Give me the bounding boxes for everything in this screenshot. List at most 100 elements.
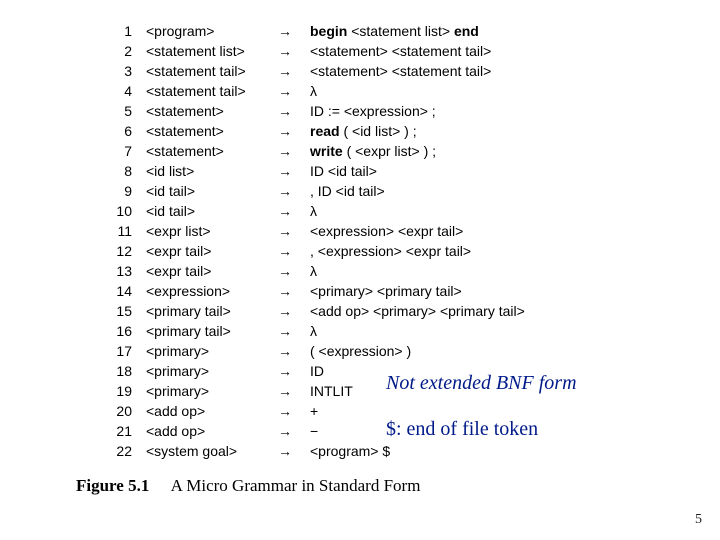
grammar-rule-row: 8<id list>→ID <id tail> [92,162,525,180]
rule-number: 1 [92,22,144,40]
rule-number: 21 [92,422,144,440]
rule-lhs: <expr tail> [146,262,276,280]
rule-lhs: <primary> [146,342,276,360]
arrow-icon: → [278,82,308,100]
rule-rhs: <primary> <primary tail> [310,282,525,300]
arrow-icon: → [278,62,308,80]
rule-number: 10 [92,202,144,220]
rule-rhs: <statement> <statement tail> [310,62,525,80]
grammar-rule-row: 6<statement>→read ( <id list> ) ; [92,122,525,140]
rule-number: 7 [92,142,144,160]
arrow-icon: → [278,42,308,60]
rule-rhs: , ID <id tail> [310,182,525,200]
arrow-icon: → [278,182,308,200]
arrow-icon: → [278,362,308,380]
arrow-icon: → [278,442,308,460]
rule-rhs: λ [310,322,525,340]
grammar-rule-row: 13<expr tail>→λ [92,262,525,280]
rule-number: 17 [92,342,144,360]
annotation-not-extended: Not extended BNF form [386,372,577,395]
rule-lhs: <add op> [146,402,276,420]
arrow-icon: → [278,342,308,360]
rule-number: 11 [92,222,144,240]
arrow-icon: → [278,282,308,300]
rule-lhs: <primary> [146,382,276,400]
grammar-rule-row: 15<primary tail>→<add op> <primary> <pri… [92,302,525,320]
arrow-icon: → [278,102,308,120]
arrow-icon: → [278,422,308,440]
rule-rhs: ID := <expression> ; [310,102,525,120]
rule-lhs: <statement> [146,102,276,120]
rule-number: 6 [92,122,144,140]
grammar-rule-row: 4<statement tail>→λ [92,82,525,100]
rule-rhs: λ [310,262,525,280]
grammar-rule-row: 22<system goal>→<program> $ [92,442,525,460]
arrow-icon: → [278,222,308,240]
grammar-table: 1<program>→begin <statement list> end2<s… [90,20,527,462]
rule-lhs: <id list> [146,162,276,180]
rule-lhs: <id tail> [146,202,276,220]
arrow-icon: → [278,242,308,260]
arrow-icon: → [278,162,308,180]
rule-rhs: write ( <expr list> ) ; [310,142,525,160]
figure-title: A Micro Grammar in Standard Form [171,476,421,495]
grammar-rule-row: 14<expression>→<primary> <primary tail> [92,282,525,300]
rule-lhs: <program> [146,22,276,40]
grammar-rule-row: 5<statement>→ID := <expression> ; [92,102,525,120]
rule-number: 5 [92,102,144,120]
rule-number: 16 [92,322,144,340]
arrow-icon: → [278,302,308,320]
arrow-icon: → [278,142,308,160]
rule-rhs: ID <id tail> [310,162,525,180]
rule-lhs: <primary> [146,362,276,380]
grammar-rule-row: 2<statement list>→<statement> <statement… [92,42,525,60]
rule-lhs: <statement tail> [146,82,276,100]
arrow-icon: → [278,382,308,400]
arrow-icon: → [278,122,308,140]
rule-lhs: <expr tail> [146,242,276,260]
rule-rhs: , <expression> <expr tail> [310,242,525,260]
figure-caption: Figure 5.1 A Micro Grammar in Standard F… [76,476,420,496]
rule-rhs: read ( <id list> ) ; [310,122,525,140]
page-number: 5 [695,512,702,528]
grammar-rule-row: 17<primary>→( <expression> ) [92,342,525,360]
rule-number: 15 [92,302,144,320]
grammar-rule-row: 9<id tail>→, ID <id tail> [92,182,525,200]
rule-lhs: <statement list> [146,42,276,60]
rule-lhs: <expr list> [146,222,276,240]
grammar-rule-row: 16<primary tail>→λ [92,322,525,340]
rule-number: 9 [92,182,144,200]
rule-rhs: ( <expression> ) [310,342,525,360]
rule-lhs: <statement tail> [146,62,276,80]
arrow-icon: → [278,322,308,340]
rule-rhs: <expression> <expr tail> [310,222,525,240]
rule-rhs: λ [310,202,525,220]
grammar-rule-row: 7<statement>→write ( <expr list> ) ; [92,142,525,160]
arrow-icon: → [278,402,308,420]
rule-lhs: <id tail> [146,182,276,200]
rule-lhs: <add op> [146,422,276,440]
rule-rhs: begin <statement list> end [310,22,525,40]
rule-rhs: <add op> <primary> <primary tail> [310,302,525,320]
grammar-rule-row: 11<expr list>→<expression> <expr tail> [92,222,525,240]
rule-rhs: <program> $ [310,442,525,460]
grammar-rule-row: 10<id tail>→λ [92,202,525,220]
arrow-icon: → [278,22,308,40]
rule-number: 12 [92,242,144,260]
rule-lhs: <expression> [146,282,276,300]
rule-number: 2 [92,42,144,60]
rule-lhs: <primary tail> [146,322,276,340]
rule-number: 14 [92,282,144,300]
arrow-icon: → [278,202,308,220]
rule-rhs: <statement> <statement tail> [310,42,525,60]
rule-number: 22 [92,442,144,460]
rule-number: 18 [92,362,144,380]
rule-number: 4 [92,82,144,100]
rule-lhs: <primary tail> [146,302,276,320]
rule-number: 20 [92,402,144,420]
figure-label: Figure 5.1 [76,476,149,495]
grammar-rule-row: 12<expr tail>→, <expression> <expr tail> [92,242,525,260]
rule-rhs: λ [310,82,525,100]
rule-lhs: <system goal> [146,442,276,460]
rule-number: 19 [92,382,144,400]
